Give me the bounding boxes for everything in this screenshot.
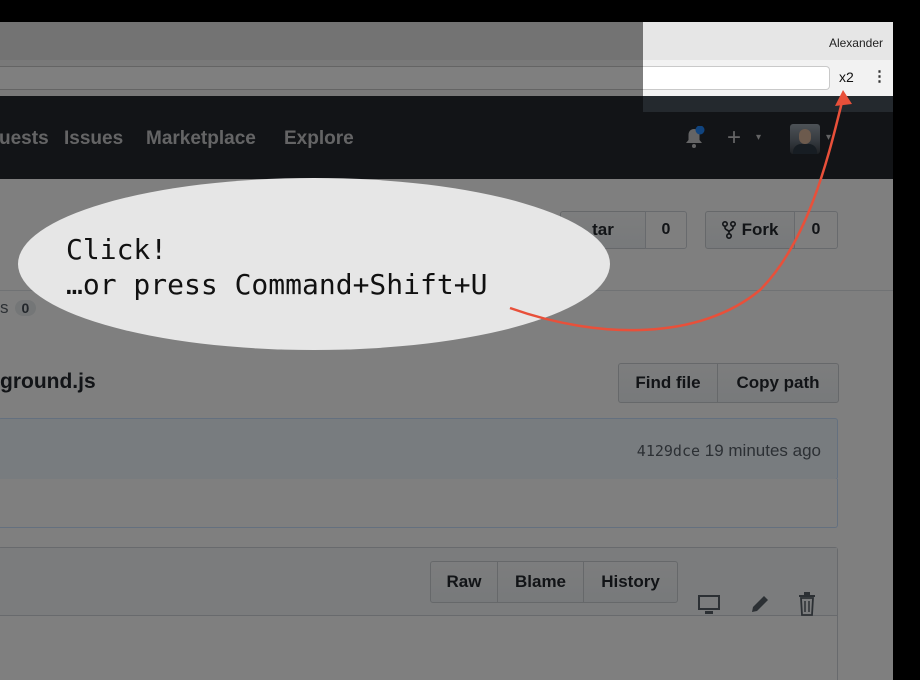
hint-bubble: Click! …or press Command+Shift+U xyxy=(18,178,610,350)
hint-line-1: Click! xyxy=(66,233,168,266)
browser-window: Alexander x2 ⋮ uests Issues Marketplace … xyxy=(0,22,893,680)
dim-mask xyxy=(0,22,893,680)
hint-text: Click! …or press Command+Shift+U xyxy=(66,232,487,302)
hint-line-2: …or press Command+Shift+U xyxy=(66,268,488,301)
dim-overlay xyxy=(0,22,893,680)
